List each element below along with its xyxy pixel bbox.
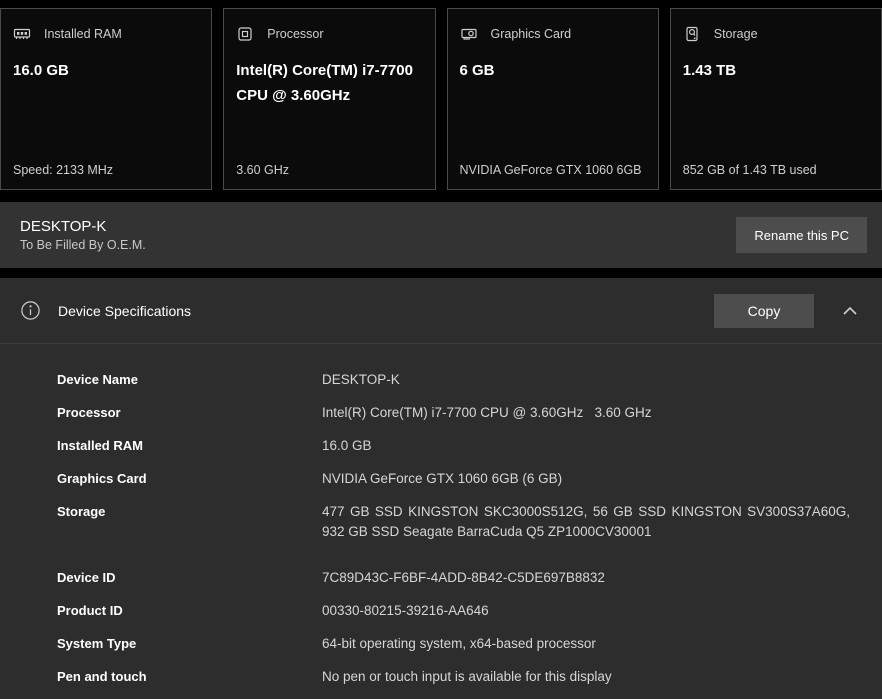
chevron-up-icon xyxy=(842,306,858,316)
device-specifications-section: Device Specifications Copy Device Name D… xyxy=(0,278,882,699)
spec-row-system-type: System Type 64-bit operating system, x64… xyxy=(57,634,850,654)
card-installed-ram: Installed RAM 16.0 GB Speed: 2133 MHz xyxy=(0,8,212,190)
cpu-icon xyxy=(236,25,254,43)
spec-value: Intel(R) Core(TM) i7-7700 CPU @ 3.60GHz … xyxy=(322,403,652,423)
storage-icon xyxy=(683,25,701,43)
device-name-bar: DESKTOP-K To Be Filled By O.E.M. Rename … xyxy=(0,202,882,268)
card-header: Storage xyxy=(683,25,869,43)
gpu-icon xyxy=(460,25,478,43)
card-label: Processor xyxy=(267,27,323,41)
spec-value: NVIDIA GeForce GTX 1060 6GB (6 GB) xyxy=(322,469,562,489)
spec-row-processor: Processor Intel(R) Core(TM) i7-7700 CPU … xyxy=(57,403,850,423)
card-label: Storage xyxy=(714,27,758,41)
spec-value: 16.0 GB xyxy=(322,436,372,456)
card-storage: Storage 1.43 TB 852 GB of 1.43 TB used xyxy=(670,8,882,190)
spec-row-device-id: Device ID 7C89D43C-F6BF-4ADD-8B42-C5DE69… xyxy=(57,568,850,588)
card-header: Graphics Card xyxy=(460,25,646,43)
card-value: 16.0 GB xyxy=(13,58,199,83)
ram-icon xyxy=(13,25,31,43)
spec-value: DESKTOP-K xyxy=(322,370,400,390)
spec-label: Pen and touch xyxy=(57,667,322,687)
specs-header: Device Specifications Copy xyxy=(0,278,882,344)
copy-button[interactable]: Copy xyxy=(714,294,814,328)
spec-row-device-name: Device Name DESKTOP-K xyxy=(57,370,850,390)
spec-row-pen-and-touch: Pen and touch No pen or touch input is a… xyxy=(57,667,850,687)
spec-label: Storage xyxy=(57,502,322,522)
spec-label: Graphics Card xyxy=(57,469,322,489)
card-value: 6 GB xyxy=(460,58,646,83)
rename-pc-button[interactable]: Rename this PC xyxy=(736,217,867,253)
spec-label: System Type xyxy=(57,634,322,654)
spec-value: 64-bit operating system, x64-based proce… xyxy=(322,634,596,654)
device-manufacturer: To Be Filled By O.E.M. xyxy=(20,238,146,252)
spec-label: Processor xyxy=(57,403,322,423)
card-label: Installed RAM xyxy=(44,27,122,41)
card-value: Intel(R) Core(TM) i7-7700 CPU @ 3.60GHz xyxy=(236,58,422,108)
card-label: Graphics Card xyxy=(491,27,572,41)
card-footer: NVIDIA GeForce GTX 1060 6GB xyxy=(460,163,646,177)
spec-row-storage: Storage 477 GB SSD KINGSTON SKC3000S512G… xyxy=(57,502,850,542)
spec-label: Product ID xyxy=(57,601,322,621)
spec-label: Device Name xyxy=(57,370,322,390)
device-bar-text: DESKTOP-K To Be Filled By O.E.M. xyxy=(20,218,146,252)
spec-row-installed-ram: Installed RAM 16.0 GB xyxy=(57,436,850,456)
spec-value: 7C89D43C-F6BF-4ADD-8B42-C5DE697B8832 xyxy=(322,568,605,588)
collapse-button[interactable] xyxy=(838,302,862,320)
spec-row-graphics-card: Graphics Card NVIDIA GeForce GTX 1060 6G… xyxy=(57,469,850,489)
info-icon xyxy=(20,300,41,321)
spec-value: 477 GB SSD KINGSTON SKC3000S512G, 56 GB … xyxy=(322,502,850,542)
summary-cards: Installed RAM 16.0 GB Speed: 2133 MHz Pr… xyxy=(0,0,882,190)
spec-value: 00330-80215-39216-AA646 xyxy=(322,601,489,621)
card-value: 1.43 TB xyxy=(683,58,869,83)
card-footer: Speed: 2133 MHz xyxy=(13,163,199,177)
spec-value: No pen or touch input is available for t… xyxy=(322,667,612,687)
section-title: Device Specifications xyxy=(58,303,191,319)
spec-label: Device ID xyxy=(57,568,322,588)
card-header: Installed RAM xyxy=(13,25,199,43)
card-footer: 3.60 GHz xyxy=(236,163,422,177)
card-processor: Processor Intel(R) Core(TM) i7-7700 CPU … xyxy=(223,8,435,190)
specs-table: Device Name DESKTOP-K Processor Intel(R)… xyxy=(0,344,882,699)
card-footer: 852 GB of 1.43 TB used xyxy=(683,163,869,177)
spec-label: Installed RAM xyxy=(57,436,322,456)
spec-row-product-id: Product ID 00330-80215-39216-AA646 xyxy=(57,601,850,621)
card-header: Processor xyxy=(236,25,422,43)
card-graphics: Graphics Card 6 GB NVIDIA GeForce GTX 10… xyxy=(447,8,659,190)
device-name: DESKTOP-K xyxy=(20,218,146,235)
